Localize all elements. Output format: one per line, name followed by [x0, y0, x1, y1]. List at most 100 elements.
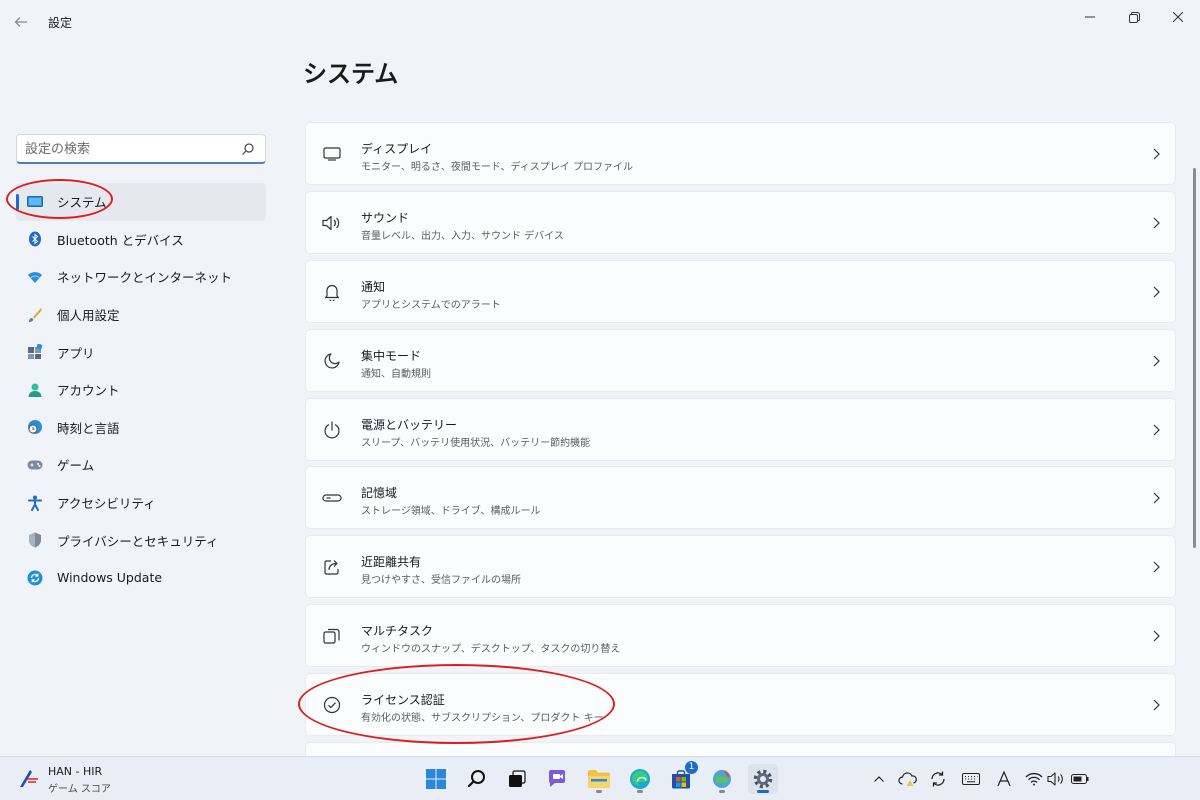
- settings-card-storage[interactable]: 記憶域 ストレージ領域、ドライブ、構成ルール: [305, 466, 1176, 530]
- wifi-icon: [1025, 772, 1043, 786]
- settings-app-button[interactable]: [748, 764, 778, 794]
- game-subtitle: ゲーム スコア: [48, 784, 111, 795]
- store-button[interactable]: 1: [666, 761, 698, 794]
- sidebar-item-label: ゲーム: [57, 458, 95, 474]
- chevron-right-icon: [1153, 561, 1160, 573]
- sidebar-item-personalization[interactable]: 個人用設定: [16, 296, 266, 334]
- network-tray-button[interactable]: [1024, 769, 1044, 789]
- edge-button[interactable]: [625, 764, 655, 794]
- sidebar-item-gaming[interactable]: ゲーム: [16, 446, 266, 484]
- chevron-right-icon: [1153, 286, 1160, 298]
- card-subtitle: 見つけやすさ、受信ファイルの場所: [361, 575, 521, 587]
- notification-badge: 1: [685, 761, 698, 774]
- sidebar-item-bluetooth[interactable]: Bluetooth とデバイス: [16, 221, 266, 259]
- gear-icon: [753, 769, 773, 789]
- taskbar-search-button[interactable]: [462, 764, 492, 794]
- card-subtitle: アプリとシステムでのアラート: [361, 299, 501, 311]
- card-title: サウンド: [361, 210, 410, 225]
- settings-list: ディスプレイ モニター、明るさ、夜間モード、ディスプレイ プロファイル サウンド…: [305, 122, 1176, 756]
- back-button[interactable]: [14, 10, 34, 34]
- card-title: 記憶域: [361, 486, 398, 501]
- running-indicator: [637, 790, 643, 793]
- sidebar-item-label: Bluetooth とデバイス: [57, 232, 184, 248]
- annotation-circle-system: [6, 179, 113, 219]
- game-logo-icon: [20, 770, 38, 787]
- card-title: 通知: [361, 279, 386, 294]
- chevron-right-icon: [1153, 424, 1160, 435]
- settings-card-focus-assist[interactable]: 集中モード 通知、自動規則: [305, 328, 1176, 392]
- search-box[interactable]: [16, 134, 266, 164]
- sidebar-item-windows-update[interactable]: Windows Update: [16, 559, 266, 597]
- close-button[interactable]: [1164, 6, 1192, 28]
- running-indicator: [596, 790, 602, 793]
- settings-card-notifications[interactable]: 通知 アプリとシステムでのアラート: [305, 259, 1176, 323]
- minimize-icon: [1085, 16, 1095, 18]
- moon-icon: [322, 351, 342, 371]
- folder-icon: [588, 770, 610, 788]
- touch-keyboard-button[interactable]: [961, 769, 981, 789]
- chevron-right-icon: [1153, 699, 1160, 711]
- globe-clock-icon: [27, 419, 43, 435]
- sidebar-item-label: 個人用設定: [57, 308, 120, 324]
- sync-tray-button[interactable]: [928, 769, 948, 789]
- battery-tray-button[interactable]: [1070, 769, 1090, 789]
- running-indicator: [757, 790, 769, 793]
- wifi-icon: [27, 269, 43, 285]
- start-button[interactable]: [421, 764, 451, 794]
- restore-button[interactable]: [1120, 6, 1148, 28]
- sidebar-item-privacy[interactable]: プライバシーとセキュリティ: [16, 521, 266, 559]
- running-indicator: [719, 790, 725, 793]
- update-icon: [27, 570, 43, 586]
- volume-tray-button[interactable]: [1046, 769, 1066, 789]
- explorer-button[interactable]: [584, 764, 614, 794]
- bell-icon: [322, 282, 342, 302]
- minimize-button[interactable]: [1076, 6, 1104, 28]
- card-title: マルチタスク: [361, 624, 434, 639]
- sidebar-nav: システム Bluetooth とデバイス ネットワークとインターネット 個人用設…: [16, 183, 266, 597]
- sidebar-item-time-language[interactable]: 時刻と言語: [16, 409, 266, 447]
- sidebar-item-label: ネットワークとインターネット: [57, 270, 233, 286]
- game-title[interactable]: HAN - HIR: [48, 765, 102, 778]
- chat-button[interactable]: [543, 764, 573, 794]
- maps-button[interactable]: [707, 764, 737, 794]
- task-view-icon: [509, 770, 526, 787]
- settings-card-multitasking[interactable]: マルチタスク ウィンドウのスナップ、デスクトップ、タスクの切り替え: [305, 604, 1176, 668]
- settings-card-display[interactable]: ディスプレイ モニター、明るさ、夜間モード、ディスプレイ プロファイル: [305, 122, 1176, 185]
- settings-card-nearby-sharing[interactable]: 近距離共有 見つけやすさ、受信ファイルの場所: [305, 535, 1176, 599]
- chevron-right-icon: [1153, 630, 1160, 642]
- sidebar-item-network[interactable]: ネットワークとインターネット: [16, 258, 266, 296]
- chevron-right-icon: [1153, 493, 1160, 504]
- annotation-circle-activation: [298, 664, 615, 744]
- sidebar-item-apps[interactable]: アプリ: [16, 333, 266, 371]
- search-input[interactable]: [25, 140, 235, 158]
- shield-icon: [27, 532, 43, 548]
- task-view-button[interactable]: [502, 764, 532, 794]
- sidebar-item-label: Windows Update: [57, 570, 163, 586]
- settings-card-power-battery[interactable]: 電源とバッテリー スリープ、バッテリ使用状況、バッテリー節約機能: [305, 397, 1176, 461]
- sidebar-item-label: 時刻と言語: [57, 420, 120, 436]
- sidebar-item-accounts[interactable]: アカウント: [16, 371, 266, 409]
- arrow-left-icon: [14, 17, 27, 27]
- sync-icon: [931, 771, 945, 787]
- settings-card-sound[interactable]: サウンド 音量レベル、出力、入力、サウンド デバイス: [305, 190, 1176, 254]
- card-subtitle: 通知、自動規則: [361, 368, 431, 380]
- onedrive-tray-button[interactable]: [898, 769, 918, 789]
- settings-card-partial[interactable]: [305, 742, 1176, 756]
- restore-icon: [1128, 11, 1140, 23]
- sidebar-item-label: アクセシビリティ: [57, 496, 156, 512]
- sidebar-item-accessibility[interactable]: アクセシビリティ: [16, 484, 266, 522]
- accessibility-icon: [27, 495, 43, 511]
- title-bar: 設定: [0, 0, 1200, 44]
- page-title: システム: [303, 60, 399, 88]
- search-icon[interactable]: [241, 142, 255, 156]
- battery-icon: [1071, 774, 1089, 784]
- card-subtitle: モニター、明るさ、夜間モード、ディスプレイ プロファイル: [361, 162, 633, 173]
- scrollbar[interactable]: [1193, 168, 1196, 548]
- chevron-right-icon: [1153, 148, 1160, 160]
- brush-icon: [27, 307, 43, 323]
- share-icon: [322, 557, 342, 577]
- display-icon: [322, 144, 342, 164]
- edge-icon: [630, 769, 650, 789]
- tray-overflow-button[interactable]: [869, 769, 889, 789]
- input-method-button[interactable]: [994, 769, 1014, 789]
